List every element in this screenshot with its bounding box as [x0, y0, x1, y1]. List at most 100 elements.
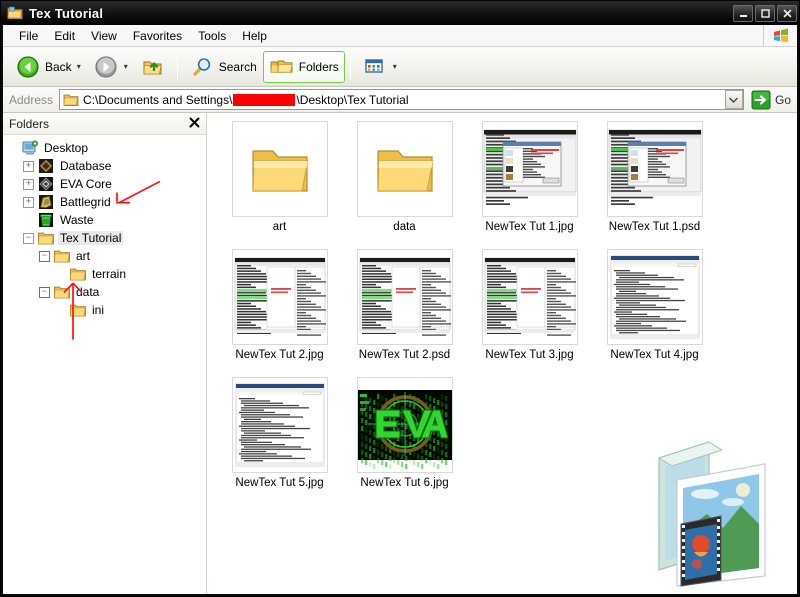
views-dropdown-caret[interactable]: ▾ — [393, 62, 397, 71]
tree-item-label: Tex Tutorial — [58, 231, 124, 245]
minimize-button[interactable] — [733, 4, 753, 22]
go-button[interactable]: Go — [751, 90, 791, 110]
folder-thumb-icon — [376, 150, 434, 192]
tree-expander-spacer — [55, 269, 66, 280]
tree-item-label: EVA Core — [60, 177, 112, 191]
views-icon — [362, 54, 388, 80]
folder-icon — [54, 248, 70, 264]
database-icon — [38, 158, 54, 174]
menu-item-tools[interactable]: Tools — [190, 27, 234, 45]
back-button[interactable]: Back ▾ — [9, 51, 87, 83]
address-label: Address — [9, 92, 54, 107]
image-thumbnail — [606, 121, 703, 217]
file-item[interactable]: NewTex Tut 5.jpg — [217, 377, 342, 489]
address-input[interactable]: C:\Documents and Settings\ \Desktop\Tex T… — [59, 89, 744, 110]
menu-item-file[interactable]: File — [11, 27, 46, 45]
tree-item-desktop[interactable]: Desktop — [7, 139, 206, 157]
close-button[interactable] — [777, 4, 797, 22]
tree-item-database[interactable]: + Database — [7, 157, 206, 175]
title-bar[interactable]: Tex Tutorial — [1, 1, 799, 25]
file-item[interactable]: NewTex Tut 3.jpg — [467, 249, 592, 361]
image-thumbnail — [606, 249, 703, 345]
image-thumbnail — [481, 249, 578, 345]
file-list-pane[interactable]: art data NewTex Tut 1.jpg NewTex Tut 1.p… — [207, 113, 797, 594]
file-item[interactable]: NewTex Tut 1.jpg — [467, 121, 592, 233]
tree-item-ini[interactable]: ini — [7, 301, 206, 319]
folders-pane-header: Folders — [3, 113, 206, 135]
address-path: C:\Documents and Settings\ \Desktop\Tex T… — [83, 93, 408, 107]
maximize-button[interactable] — [755, 4, 775, 22]
tree-item-battlegrid[interactable]: + Battlegrid — [7, 193, 206, 211]
up-button[interactable] — [134, 51, 172, 83]
expand-plus-icon[interactable]: + — [23, 160, 34, 172]
folder-icon — [54, 284, 70, 300]
tree-item-label: ini — [92, 303, 105, 317]
tree-item-terrain[interactable]: terrain — [7, 265, 206, 283]
menu-item-view[interactable]: View — [83, 27, 125, 45]
file-item[interactable]: NewTex Tut 4.jpg — [592, 249, 717, 361]
file-item[interactable]: NewTex Tut 2.jpg — [217, 249, 342, 361]
tree-item-waste[interactable]: Waste — [7, 211, 206, 229]
image-thumbnail — [231, 377, 328, 473]
screenshot-thumb-editor — [357, 250, 452, 344]
windows-flag-icon — [763, 25, 797, 46]
image-thumbnail — [231, 249, 328, 345]
folder-window-icon — [7, 6, 23, 20]
search-button[interactable]: Search — [183, 51, 263, 83]
menu-item-edit[interactable]: Edit — [46, 27, 83, 45]
file-item[interactable]: data — [342, 121, 467, 233]
expand-plus-icon[interactable]: + — [23, 196, 34, 208]
tree-item-label: Desktop — [44, 141, 89, 155]
search-label: Search — [218, 59, 257, 74]
explorer-window: Tex Tutorial File Edit View Favorites To… — [0, 0, 800, 597]
folders-pane: Folders Desktop + Database + EVA Core + Bat… — [3, 113, 207, 594]
tree-item-eva-core[interactable]: + EVA Core — [7, 175, 206, 193]
eva-core-icon — [38, 176, 54, 192]
forward-arrow-icon — [93, 54, 119, 80]
folder-thumbnail — [356, 121, 453, 217]
tree-item-tex-tutorial[interactable]: − Tex Tutorial — [7, 229, 206, 247]
folders-button[interactable]: Folders — [262, 50, 345, 83]
tree-item-label: Database — [60, 159, 112, 173]
magnifier-icon — [189, 54, 215, 80]
file-item-label: NewTex Tut 3.jpg — [485, 349, 574, 361]
forward-dropdown-caret[interactable]: ▾ — [124, 62, 128, 71]
tree-item-label: terrain — [92, 267, 127, 281]
file-item-label: art — [272, 221, 287, 233]
tree-item-data[interactable]: − data — [7, 283, 206, 301]
eva-logo-thumb — [357, 390, 452, 469]
collapse-minus-icon[interactable]: − — [23, 232, 34, 244]
folder-thumb-icon — [251, 150, 309, 192]
tree-item-label: Waste — [60, 213, 94, 227]
expand-plus-icon[interactable]: + — [23, 178, 34, 190]
toolbar: Back ▾ ▾ Search Folders ▾ — [3, 47, 797, 87]
file-item[interactable]: NewTex Tut 6.jpg — [342, 377, 467, 489]
toolbar-separator-2 — [349, 53, 351, 80]
folder-icon — [70, 266, 86, 282]
menu-item-help[interactable]: Help — [234, 27, 275, 45]
collapse-minus-icon[interactable]: − — [39, 250, 50, 262]
close-icon[interactable] — [189, 117, 200, 130]
chevron-down-icon[interactable] — [724, 90, 743, 109]
file-item[interactable]: NewTex Tut 1.psd — [592, 121, 717, 233]
image-thumbnail — [481, 121, 578, 217]
forward-button[interactable]: ▾ — [87, 51, 134, 83]
screenshot-thumb-dialog — [607, 122, 702, 216]
file-item[interactable]: NewTex Tut 2.psd — [342, 249, 467, 361]
collapse-minus-icon[interactable]: − — [39, 286, 50, 298]
folders-label: Folders — [298, 59, 339, 74]
toolbar-separator-1 — [176, 53, 178, 80]
file-grid: art data NewTex Tut 1.jpg NewTex Tut 1.p… — [207, 113, 797, 505]
file-item-label: NewTex Tut 1.jpg — [485, 221, 574, 233]
menu-item-favorites[interactable]: Favorites — [125, 27, 190, 45]
screenshot-thumb-dialog — [482, 122, 577, 216]
screenshot-thumb-editor — [482, 250, 577, 344]
views-button[interactable]: ▾ — [356, 51, 403, 83]
back-label: Back — [45, 59, 72, 74]
window-body: Folders Desktop + Database + EVA Core + Bat… — [3, 113, 797, 594]
tree-item-art[interactable]: − art — [7, 247, 206, 265]
back-dropdown-caret[interactable]: ▾ — [77, 62, 81, 71]
address-path-prefix: C:\Documents and Settings\ — [83, 92, 233, 107]
file-item[interactable]: art — [217, 121, 342, 233]
tree-expander-spacer — [55, 305, 66, 316]
